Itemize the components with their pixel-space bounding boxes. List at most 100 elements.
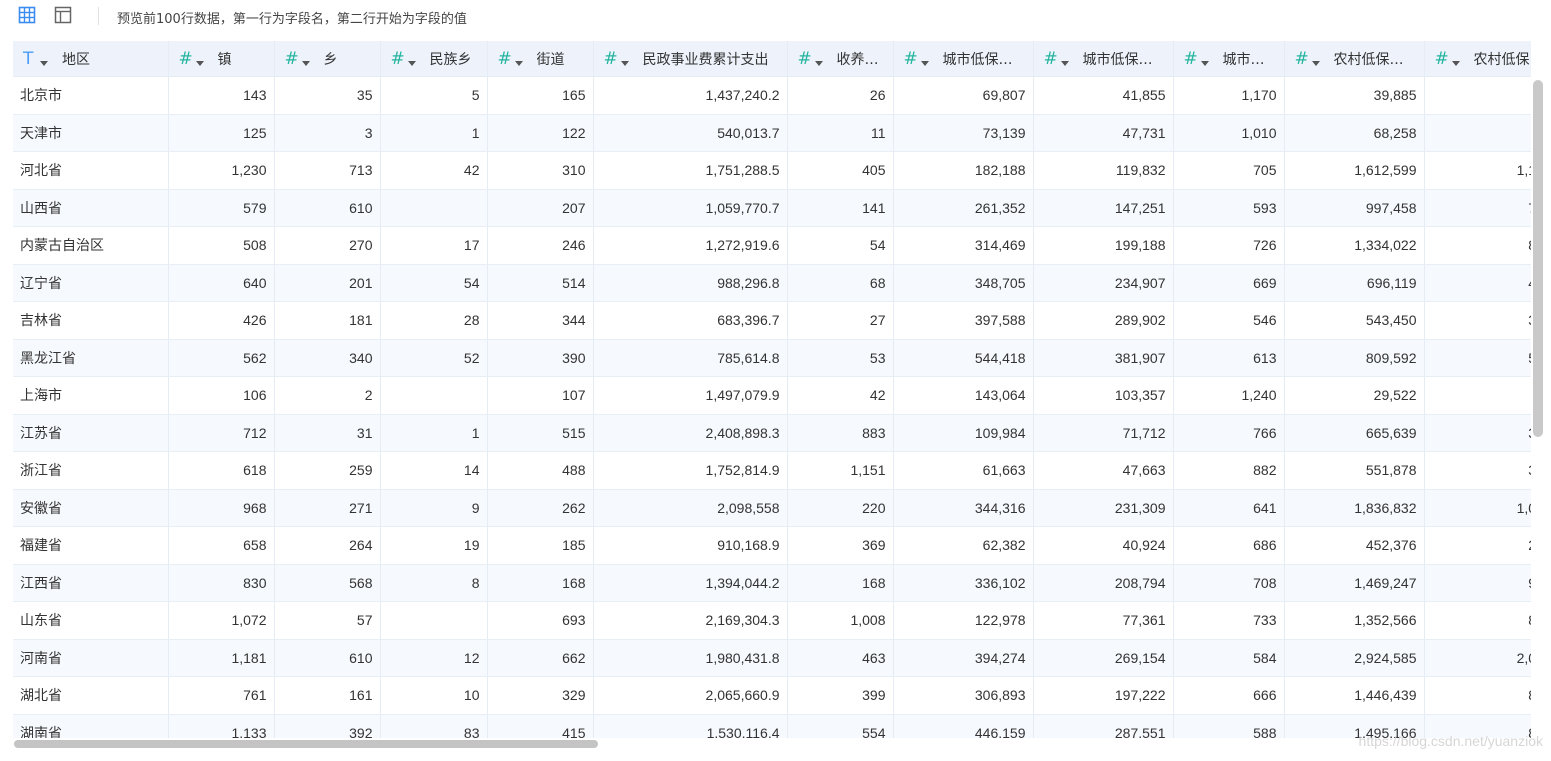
table-cell: 10 <box>380 676 488 715</box>
table-cell: 1,008 <box>787 601 894 640</box>
column-header-label: 民族乡 <box>429 51 472 68</box>
table-cell: 766 <box>1173 414 1285 452</box>
number-type-icon: # <box>497 48 512 69</box>
column-header[interactable]: # 镇 <box>168 41 275 77</box>
table-row[interactable]: 河南省 1,181 610 12 662 1,980,431.8 463 394,274 269… <box>13 639 1531 677</box>
table-cell <box>380 376 488 415</box>
table-cell: 1,124, <box>1424 151 1531 190</box>
table-row[interactable]: 黑龙江省 562 340 52 390 785,614.8 53 544,418 381,907… <box>13 339 1531 377</box>
column-header[interactable]: # 乡 <box>274 41 381 77</box>
table-cell: 271 <box>274 489 381 527</box>
table-cell: 683,396.7 <box>593 301 788 340</box>
caret-down-icon[interactable] <box>195 61 204 66</box>
table-cell: 122 <box>487 114 594 152</box>
column-header[interactable]: # 收养… <box>787 41 894 77</box>
table-row[interactable]: 吉林省 426 181 28 344 683,396.7 27 397,588 289,902 5… <box>13 301 1531 340</box>
number-type-icon: # <box>603 48 618 69</box>
table-cell: 辽宁省 <box>13 264 169 302</box>
table-cell: 47,663 <box>1033 451 1174 490</box>
caret-down-icon[interactable] <box>814 61 823 66</box>
table-row[interactable]: 山西省 579 610 207 1,059,770.7 141 261,352 147,251… <box>13 189 1531 227</box>
vertical-scrollbar[interactable] <box>1533 80 1543 437</box>
table-cell: 1,133 <box>168 714 275 738</box>
table-cell: 344 <box>487 301 594 340</box>
caret-down-icon[interactable] <box>620 61 629 66</box>
table-cell: 968 <box>168 489 275 527</box>
column-header[interactable]: # 城市低保… <box>893 41 1034 77</box>
table-cell: 551,878 <box>1284 451 1425 490</box>
table-cell: 1,230 <box>168 151 275 190</box>
table-row[interactable]: 福建省 658 264 19 185 910,168.9 369 62,382 40,924 68… <box>13 526 1531 565</box>
table-cell: 584 <box>1173 639 1285 677</box>
table-cell: 1,836,832 <box>1284 489 1425 527</box>
table-cell: 17 <box>380 226 488 265</box>
column-header[interactable]: # 农村低保… <box>1284 41 1425 77</box>
caret-down-icon[interactable] <box>301 61 310 66</box>
table-row[interactable]: 湖北省 761 161 10 329 2,065,660.9 399 306,893 197,2… <box>13 676 1531 715</box>
table-cell: 618 <box>168 451 275 490</box>
column-header-label: 乡 <box>323 51 338 68</box>
table-cell: 内蒙古自治区 <box>13 226 169 265</box>
table-grid-icon[interactable] <box>18 6 36 24</box>
table-row[interactable]: 河北省 1,230 713 42 310 1,751,288.5 405 182,188 119… <box>13 151 1531 190</box>
column-header[interactable]: # 街道 <box>487 41 594 77</box>
caret-down-icon[interactable] <box>40 61 48 66</box>
table-cell: 122,978 <box>893 601 1034 640</box>
table-row[interactable]: 江苏省 712 31 1 515 2,408,898.3 883 109,984 71,712 7… <box>13 414 1531 452</box>
column-header[interactable]: # 民政事业费累计支出 <box>593 41 788 77</box>
table-row[interactable]: 北京市 143 35 5 165 1,437,240.2 26 69,807 41,855 1,1… <box>13 76 1531 115</box>
table-cell: 24, <box>1424 76 1531 115</box>
table-cell: 705, <box>1424 189 1531 227</box>
table-row[interactable]: 山东省 1,072 57 693 2,169,304.3 1,008 122,978 77,3… <box>13 601 1531 640</box>
table-row[interactable]: 辽宁省 640 201 54 514 988,296.8 68 348,705 234,907 6… <box>13 264 1531 302</box>
table-cell: 452,376 <box>1284 526 1425 565</box>
caret-down-icon[interactable] <box>1200 61 1209 66</box>
table-row[interactable]: 浙江省 618 259 14 488 1,752,814.9 1,151 61,663 47,6… <box>13 451 1531 490</box>
number-type-icon: # <box>797 48 812 69</box>
table-cell: 29,522 <box>1284 376 1425 415</box>
layout-panel-icon[interactable] <box>54 6 72 24</box>
table-cell: 江西省 <box>13 564 169 602</box>
table-cell: 546 <box>1173 301 1285 340</box>
table-row[interactable]: 江西省 830 568 8 168 1,394,044.2 168 336,102 208,79… <box>13 564 1531 602</box>
table-cell: 52 <box>380 339 488 377</box>
caret-down-icon[interactable] <box>514 61 523 66</box>
table-cell: 山东省 <box>13 601 169 640</box>
table-cell: 665,639 <box>1284 414 1425 452</box>
column-header[interactable]: T 地区 <box>13 41 169 77</box>
table-cell: 35 <box>274 76 381 115</box>
table-row[interactable]: 内蒙古自治区 508 270 17 246 1,272,919.6 54 314,469 199… <box>13 226 1531 265</box>
text-type-icon: T <box>23 48 34 69</box>
caret-down-icon[interactable] <box>1060 61 1069 66</box>
table-cell: 北京市 <box>13 76 169 115</box>
data-preview-table[interactable]: T 地区 # 镇 # 乡 # 民族乡 # 街道 # 民政事业费累计支出 # 收养… # 城市低保… # 城市低保…… <box>13 41 1531 738</box>
table-row[interactable]: 天津市 125 3 1 122 540,013.7 11 73,139 47,731 1,010 6… <box>13 114 1531 152</box>
column-header[interactable]: # 城市低保… <box>1033 41 1174 77</box>
preview-hint-text: 预览前100行数据，第一行为字段名，第二行开始为字段的值 <box>117 12 467 27</box>
table-cell: 314,469 <box>893 226 1034 265</box>
table-cell: 河北省 <box>13 151 169 190</box>
horizontal-scrollbar[interactable] <box>14 740 598 748</box>
table-row[interactable]: 湖南省 1,133 392 83 415 1,530,116.4 554 446,159 287… <box>13 714 1531 738</box>
table-cell: 浙江省 <box>13 451 169 490</box>
table-cell: 安徽省 <box>13 489 169 527</box>
table-cell: 246 <box>487 226 594 265</box>
caret-down-icon[interactable] <box>407 61 416 66</box>
column-header[interactable]: # 民族乡 <box>380 41 488 77</box>
caret-down-icon[interactable] <box>1451 61 1460 66</box>
table-cell: 369 <box>787 526 894 565</box>
column-header[interactable]: # 农村低保 <box>1424 41 1531 77</box>
caret-down-icon[interactable] <box>920 61 929 66</box>
table-cell: 35, <box>1424 114 1531 152</box>
table-row[interactable]: 上海市 106 2 107 1,497,079.9 42 143,064 103,357 1,2… <box>13 376 1531 415</box>
number-type-icon: # <box>1043 48 1058 69</box>
table-row[interactable]: 安徽省 968 271 9 262 2,098,558 220 344,316 231,309 6… <box>13 489 1531 527</box>
table-cell: 588 <box>1173 714 1285 738</box>
column-header[interactable]: # 城市… <box>1173 41 1285 77</box>
table-cell: 1,081, <box>1424 489 1531 527</box>
table-cell: 426 <box>168 301 275 340</box>
table-cell: 107 <box>487 376 594 415</box>
table-cell: 899, <box>1424 601 1531 640</box>
table-cell: 41,855 <box>1033 76 1174 115</box>
caret-down-icon[interactable] <box>1311 61 1320 66</box>
